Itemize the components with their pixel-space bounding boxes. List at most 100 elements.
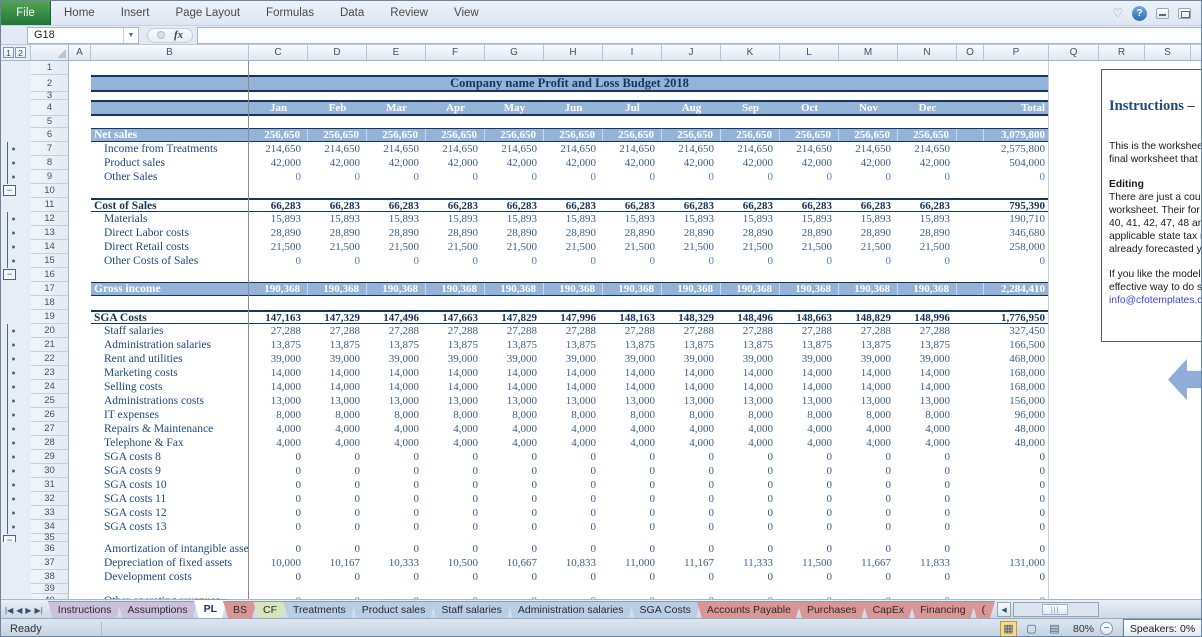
value-cell[interactable]: 28,890	[898, 226, 957, 240]
value-cell[interactable]: 4,000	[898, 436, 957, 450]
value-cell[interactable]: 13,875	[426, 338, 485, 352]
row-label[interactable]: SGA costs 8	[91, 450, 249, 464]
value-cell[interactable]: 21,500	[898, 240, 957, 254]
sheet-tab-cf[interactable]: CF	[253, 601, 287, 618]
value-cell[interactable]: 8,000	[603, 408, 662, 422]
value-cell[interactable]: 0	[839, 542, 898, 556]
value-cell[interactable]: 147,829	[485, 312, 544, 324]
value-cell[interactable]: 39,000	[839, 352, 898, 366]
value-cell[interactable]: 0	[839, 520, 898, 534]
value-cell[interactable]: 15,893	[603, 212, 662, 226]
value-cell[interactable]: 0	[308, 506, 367, 520]
row-label[interactable]: Marketing costs	[91, 366, 249, 380]
value-cell[interactable]: 13,875	[662, 338, 721, 352]
value-cell[interactable]: 8,000	[662, 408, 721, 422]
column-header-I[interactable]: I	[603, 45, 662, 60]
value-cell[interactable]: 15,893	[249, 212, 308, 226]
restore-icon[interactable]	[1178, 7, 1191, 19]
value-cell[interactable]: 11,500	[780, 556, 839, 570]
value-cell[interactable]: 0	[249, 570, 308, 584]
sheet-tab-financing[interactable]: Financing	[910, 601, 976, 618]
value-cell[interactable]: 0	[485, 170, 544, 184]
cell-empty[interactable]	[69, 240, 91, 254]
cell-empty[interactable]	[69, 492, 91, 506]
cell-empty[interactable]	[69, 366, 91, 380]
value-cell[interactable]: 15,893	[367, 212, 426, 226]
row-header-37[interactable]: 37	[31, 556, 69, 570]
value-cell[interactable]: 0	[721, 450, 780, 464]
cell-empty[interactable]	[957, 312, 984, 323]
scrollbar-grip[interactable]: |||	[1042, 604, 1069, 615]
value-cell[interactable]: 0	[308, 254, 367, 268]
column-header-E[interactable]: E	[367, 45, 426, 60]
value-cell[interactable]: 190,368	[780, 283, 839, 295]
value-cell[interactable]: 0	[485, 492, 544, 506]
column-header-Q[interactable]: Q	[1049, 45, 1099, 60]
page-layout-view-icon[interactable]: ▢	[1023, 621, 1040, 637]
cell-empty[interactable]	[69, 116, 91, 128]
cell-empty[interactable]	[957, 570, 984, 584]
value-cell[interactable]: 0	[839, 450, 898, 464]
cell-empty[interactable]	[69, 556, 91, 570]
value-cell[interactable]: 0	[603, 464, 662, 478]
value-cell[interactable]: 0	[603, 478, 662, 492]
value-cell[interactable]: 0	[662, 492, 721, 506]
value-cell[interactable]: 0	[249, 542, 308, 556]
total-cell[interactable]: 2,284,410	[984, 283, 1049, 295]
value-cell[interactable]: 39,000	[721, 352, 780, 366]
value-cell[interactable]: 0	[721, 478, 780, 492]
total-cell[interactable]: 0	[984, 520, 1049, 534]
value-cell[interactable]: 0	[308, 542, 367, 556]
value-cell[interactable]: 0	[603, 506, 662, 520]
cell-empty[interactable]	[91, 102, 249, 114]
tab-scroll-left-icon[interactable]: ◀	[997, 602, 1012, 617]
value-cell[interactable]: 14,000	[426, 380, 485, 394]
value-cell[interactable]: 15,893	[839, 212, 898, 226]
value-cell[interactable]: 0	[898, 506, 957, 520]
value-cell[interactable]: 28,890	[839, 226, 898, 240]
cell-empty[interactable]	[957, 254, 984, 268]
value-cell[interactable]: 148,163	[603, 312, 662, 324]
value-cell[interactable]: 190,368	[662, 283, 721, 295]
value-cell[interactable]: 28,890	[249, 226, 308, 240]
ribbon-tab-view[interactable]: View	[441, 1, 492, 25]
row-header-24[interactable]: 24	[31, 380, 69, 394]
value-cell[interactable]: 66,283	[662, 200, 721, 212]
cell-empty[interactable]	[69, 380, 91, 394]
cell-empty[interactable]	[69, 352, 91, 366]
row-header-23[interactable]: 23	[31, 366, 69, 380]
row-header-14[interactable]: 14	[31, 240, 69, 254]
value-cell[interactable]: 8,000	[780, 408, 839, 422]
report-title-cell[interactable]: Company name Profit and Loss Budget 2018	[91, 75, 1049, 92]
total-cell[interactable]: 48,000	[984, 436, 1049, 450]
cell-empty[interactable]	[957, 380, 984, 394]
value-cell[interactable]: 0	[780, 254, 839, 268]
value-cell[interactable]: 0	[367, 542, 426, 556]
cell-empty[interactable]	[69, 584, 91, 594]
value-cell[interactable]: 8,000	[898, 408, 957, 422]
sheet-tab-bs[interactable]: BS	[223, 601, 257, 618]
value-cell[interactable]: 27,288	[839, 324, 898, 338]
month-header-apr[interactable]: Apr	[426, 102, 485, 114]
total-cell[interactable]: 0	[984, 450, 1049, 464]
value-cell[interactable]: 190,368	[426, 283, 485, 295]
value-cell[interactable]: 190,368	[839, 283, 898, 295]
value-cell[interactable]: 10,000	[249, 556, 308, 570]
value-cell[interactable]: 66,283	[249, 200, 308, 212]
value-cell[interactable]: 14,000	[839, 380, 898, 394]
column-header-D[interactable]: D	[308, 45, 367, 60]
ribbon-tab-insert[interactable]: Insert	[108, 1, 163, 25]
total-cell[interactable]: 168,000	[984, 380, 1049, 394]
value-cell[interactable]: 21,500	[485, 240, 544, 254]
cell-empty[interactable]	[957, 283, 984, 295]
total-cell[interactable]: 0	[984, 506, 1049, 520]
row-label[interactable]: Net sales	[91, 129, 249, 141]
total-cell[interactable]: 3,079,800	[984, 129, 1049, 141]
value-cell[interactable]: 214,650	[662, 142, 721, 156]
value-cell[interactable]: 0	[898, 478, 957, 492]
column-header-L[interactable]: L	[780, 45, 839, 60]
value-cell[interactable]: 27,288	[485, 324, 544, 338]
value-cell[interactable]: 4,000	[780, 422, 839, 436]
value-cell[interactable]: 4,000	[603, 422, 662, 436]
value-cell[interactable]: 0	[898, 542, 957, 556]
